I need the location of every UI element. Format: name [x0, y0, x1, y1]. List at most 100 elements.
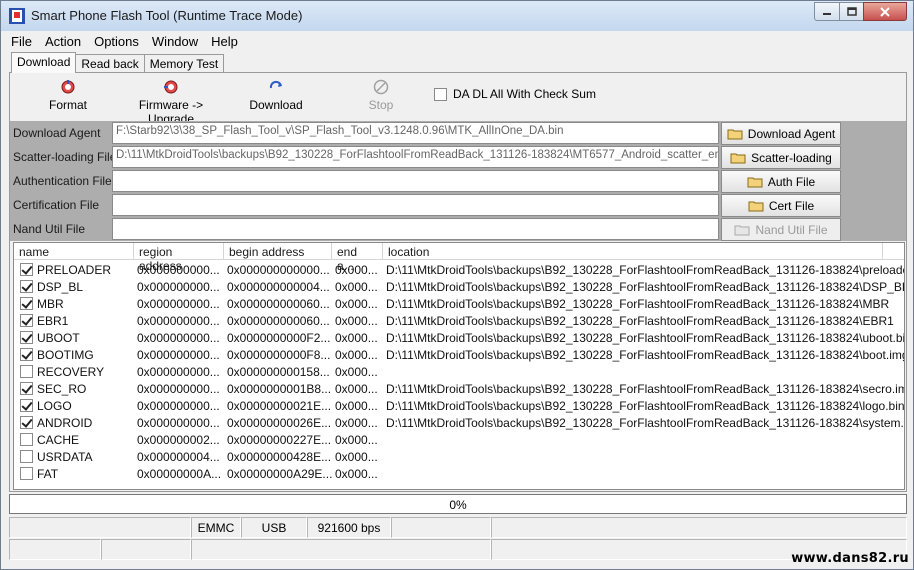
menu-help[interactable]: Help — [207, 34, 242, 49]
table-row[interactable]: CACHE 0x000000002... 0x00000000227E... 0x00… — [14, 431, 904, 448]
close-button[interactable] — [863, 2, 907, 21]
nand-util-file-button[interactable]: Nand Util File — [721, 218, 841, 241]
column-header-name[interactable]: name — [14, 243, 134, 260]
certification-input[interactable] — [112, 194, 719, 216]
download-button[interactable]: Download — [248, 79, 304, 112]
partition-checkbox[interactable] — [20, 382, 33, 395]
table-row[interactable]: USRDATA 0x000000004... 0x00000000428E... 0x… — [14, 448, 904, 465]
checksum-label: DA DL All With Check Sum — [453, 87, 596, 101]
partition-end-cell: 0x000... — [335, 399, 378, 413]
partition-checkbox[interactable] — [20, 399, 33, 412]
tab-strip: Download Read back Memory Test — [11, 52, 225, 73]
column-header-begin-address[interactable]: begin address — [224, 243, 332, 260]
partition-begin-cell: 0x00000000227E... — [227, 433, 332, 447]
table-row[interactable]: FAT 0x00000000A... 0x00000000A29E... 0x000.… — [14, 465, 904, 482]
partition-location-cell — [383, 465, 904, 482]
menu-bar: File Action Options Window Help — [1, 31, 913, 51]
partition-checkbox[interactable] — [20, 348, 33, 361]
minimize-button[interactable] — [814, 2, 840, 21]
partition-end-cell: 0x000... — [335, 382, 378, 396]
partition-checkbox[interactable] — [20, 433, 33, 446]
partition-begin-cell: 0x00000000021E... — [227, 399, 332, 413]
partition-end-cell: 0x000... — [335, 467, 378, 481]
partition-name-cell: BOOTIMG — [14, 346, 134, 363]
authentication-input[interactable] — [112, 170, 719, 192]
menu-window[interactable]: Window — [148, 34, 202, 49]
download-panel: Format Firmware -> Upgrade Download Stop… — [9, 72, 907, 492]
download-agent-button[interactable]: Download Agent — [721, 122, 841, 145]
format-icon — [61, 80, 75, 94]
folder-icon — [748, 201, 764, 211]
partition-checkbox[interactable] — [20, 416, 33, 429]
partition-region-cell: 0x000000004... — [137, 450, 220, 464]
partition-checkbox[interactable] — [20, 467, 33, 480]
partition-end-cell: 0x000... — [335, 331, 378, 345]
partition-checkbox[interactable] — [20, 365, 33, 378]
download-agent-button-label: Download Agent — [747, 126, 836, 141]
table-row[interactable]: ANDROID 0x000000000... 0x00000000026E... 0x… — [14, 414, 904, 431]
table-row[interactable]: DSP_BL 0x000000000... 0x000000000004... 0x0… — [14, 278, 904, 295]
partition-name: ANDROID — [37, 415, 93, 430]
table-row[interactable]: UBOOT 0x000000000... 0x0000000000F2... 0x00… — [14, 329, 904, 346]
table-row[interactable]: LOGO 0x000000000... 0x00000000021E... 0x000… — [14, 397, 904, 414]
stop-button[interactable]: Stop — [366, 79, 396, 112]
table-header: name region address begin address end a.… — [14, 243, 904, 273]
partition-begin-cell: 0x00000000026E... — [227, 416, 332, 430]
maximize-button[interactable] — [839, 2, 864, 21]
partition-end-cell: 0x000... — [335, 280, 378, 294]
firmware-upgrade-button[interactable]: Firmware -> Upgrade — [120, 79, 222, 126]
watermark: www.dans82.ru — [791, 551, 909, 566]
partition-name: MBR — [37, 296, 64, 311]
partition-checkbox[interactable] — [20, 331, 33, 344]
download-label: Download — [249, 98, 303, 112]
progress-text: 0% — [449, 498, 467, 512]
partition-name-cell: ANDROID — [14, 414, 134, 431]
authentication-label: Authentication File — [13, 174, 112, 188]
partition-location-cell — [383, 448, 904, 465]
file-fields: Download Agent F:\Starb92\3\38_SP_Flash_… — [10, 121, 906, 241]
column-header-region-address[interactable]: region address — [134, 243, 224, 273]
table-row[interactable]: SEC_RO 0x000000000... 0x0000000001B8... 0x0… — [14, 380, 904, 397]
partition-checkbox[interactable] — [20, 297, 33, 310]
partition-checkbox[interactable] — [20, 280, 33, 293]
partition-name-cell: USRDATA — [14, 448, 134, 465]
partition-name: EBR1 — [37, 313, 69, 328]
column-header-location[interactable]: location — [383, 243, 883, 260]
partition-checkbox[interactable] — [20, 450, 33, 463]
scatter-loading-button[interactable]: Scatter-loading — [721, 146, 841, 169]
status-baud: 921600 bps — [307, 517, 391, 538]
scatter-loading-input[interactable]: D:\11\MtkDroidTools\backups\B92_130228_F… — [112, 146, 719, 168]
menu-options[interactable]: Options — [90, 34, 143, 49]
checksum-option[interactable]: DA DL All With Check Sum — [434, 87, 596, 101]
tab-download[interactable]: Download — [11, 52, 77, 73]
nand-util-input[interactable] — [112, 218, 719, 240]
format-label: Format — [48, 98, 87, 112]
partition-begin-cell: 0x00000000428E... — [227, 450, 332, 464]
partition-name: DSP_BL — [37, 279, 84, 294]
window-title: Smart Phone Flash Tool (Runtime Trace Mo… — [31, 8, 303, 23]
table-row[interactable]: MBR 0x000000000... 0x000000000060... 0x000.… — [14, 295, 904, 312]
partition-name-cell: EBR1 — [14, 312, 134, 329]
table-row[interactable]: PRELOADER 0x000000000... 0x000000000000...… — [14, 261, 904, 278]
table-row[interactable]: BOOTIMG 0x000000000... 0x0000000000F8... 0x… — [14, 346, 904, 363]
format-button[interactable]: Format — [48, 79, 88, 112]
column-header-end-address[interactable]: end a... — [332, 243, 383, 273]
partition-checkbox[interactable] — [20, 263, 33, 276]
table-row[interactable]: EBR1 0x000000000... 0x000000000060... 0x000… — [14, 312, 904, 329]
menu-file[interactable]: File — [7, 34, 36, 49]
table-row[interactable]: RECOVERY 0x000000000... 0x000000000158... 0… — [14, 363, 904, 380]
partition-begin-cell: 0x00000000A29E... — [227, 467, 332, 481]
partition-region-cell: 0x000000000... — [137, 280, 220, 294]
checksum-checkbox[interactable] — [434, 87, 447, 101]
partition-checkbox[interactable] — [20, 314, 33, 327]
title-bar[interactable]: Smart Phone Flash Tool (Runtime Trace Mo… — [1, 1, 913, 31]
partition-name: BOOTIMG — [37, 347, 94, 362]
partition-end-cell: 0x000... — [335, 416, 378, 430]
download-agent-input[interactable]: F:\Starb92\3\38_SP_Flash_Tool_v\SP_Flash… — [112, 122, 719, 144]
partition-name-cell: MBR — [14, 295, 134, 312]
auth-file-button[interactable]: Auth File — [721, 170, 841, 193]
menu-action[interactable]: Action — [41, 34, 85, 49]
cert-file-button[interactable]: Cert File — [721, 194, 841, 217]
tab-read-back[interactable]: Read back — [75, 54, 145, 73]
tab-memory-test[interactable]: Memory Test — [143, 54, 225, 73]
